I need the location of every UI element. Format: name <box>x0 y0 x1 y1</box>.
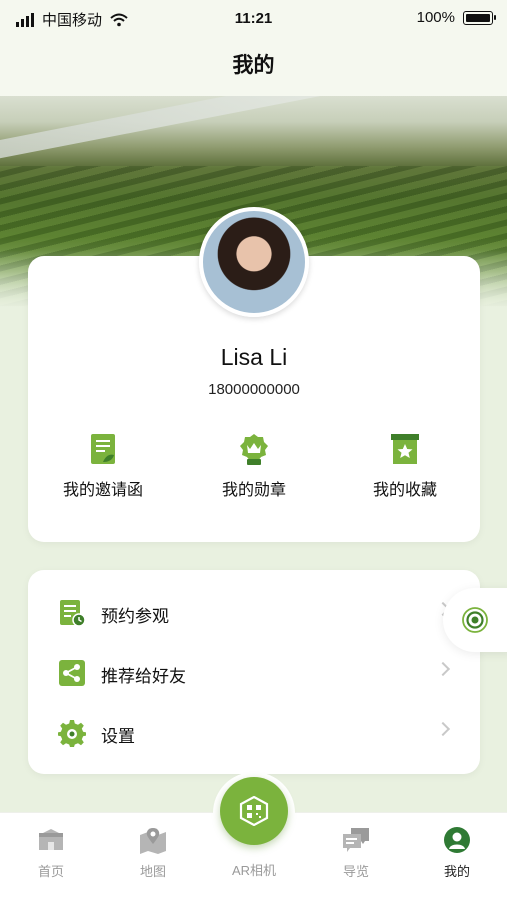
menu-item-share[interactable]: 推荐给好友 <box>28 643 480 703</box>
avatar[interactable] <box>199 207 309 317</box>
quick-action-medal[interactable]: 我的勋章 <box>179 432 329 500</box>
menu-item-label: 设置 <box>101 727 135 746</box>
quick-action-label: 我的勋章 <box>221 482 286 499</box>
tab-label: AR相机 <box>231 863 277 878</box>
battery-icon <box>463 10 496 25</box>
user-name: Lisa Li <box>220 344 288 370</box>
home-icon <box>39 829 63 850</box>
battery-percent: 100% <box>416 9 455 26</box>
menu-card: 预约参观 推荐给好友 设置 <box>28 570 480 774</box>
menu-item-label: 预约参观 <box>101 607 169 626</box>
tab-ar-camera[interactable] <box>220 777 288 845</box>
menu-item-settings[interactable]: 设置 <box>28 703 480 763</box>
tab-profile[interactable]: 我的 <box>417 825 497 880</box>
tab-label: 首页 <box>37 864 64 879</box>
menu-item-label: 推荐给好友 <box>101 667 186 686</box>
share-icon <box>59 660 85 686</box>
tab-map[interactable]: 地图 <box>113 825 193 880</box>
quick-action-favorites[interactable]: 我的收藏 <box>330 432 480 500</box>
target-icon <box>462 607 488 633</box>
chevron-right-icon <box>435 661 451 677</box>
chevron-right-icon <box>435 721 451 737</box>
tab-label: 导览 <box>342 864 369 879</box>
user-phone: 18000000000 <box>208 381 300 398</box>
tab-label: 我的 <box>443 864 470 879</box>
menu-item-reservation[interactable]: 预约参观 <box>28 583 480 643</box>
quick-action-invitation[interactable]: 我的邀请函 <box>28 432 178 500</box>
page-title: 我的 <box>0 36 507 96</box>
guide-chat-icon <box>343 828 369 852</box>
invitation-icon <box>91 434 115 464</box>
tab-guide[interactable]: 导览 <box>316 825 396 880</box>
reservation-icon <box>60 600 86 627</box>
quick-action-label: 我的邀请函 <box>62 482 143 499</box>
tab-home[interactable]: 首页 <box>11 825 91 880</box>
floating-location-button[interactable] <box>443 588 507 652</box>
status-bar: 中国移动 11:21 100% <box>0 0 507 36</box>
profile-icon <box>444 827 470 853</box>
medal-icon <box>240 434 268 465</box>
settings-gear-icon <box>58 720 86 747</box>
favorites-icon <box>391 434 419 464</box>
quick-action-label: 我的收藏 <box>372 482 437 499</box>
ar-camera-icon <box>239 796 269 826</box>
tab-label: 地图 <box>139 864 166 879</box>
map-icon <box>140 828 166 854</box>
